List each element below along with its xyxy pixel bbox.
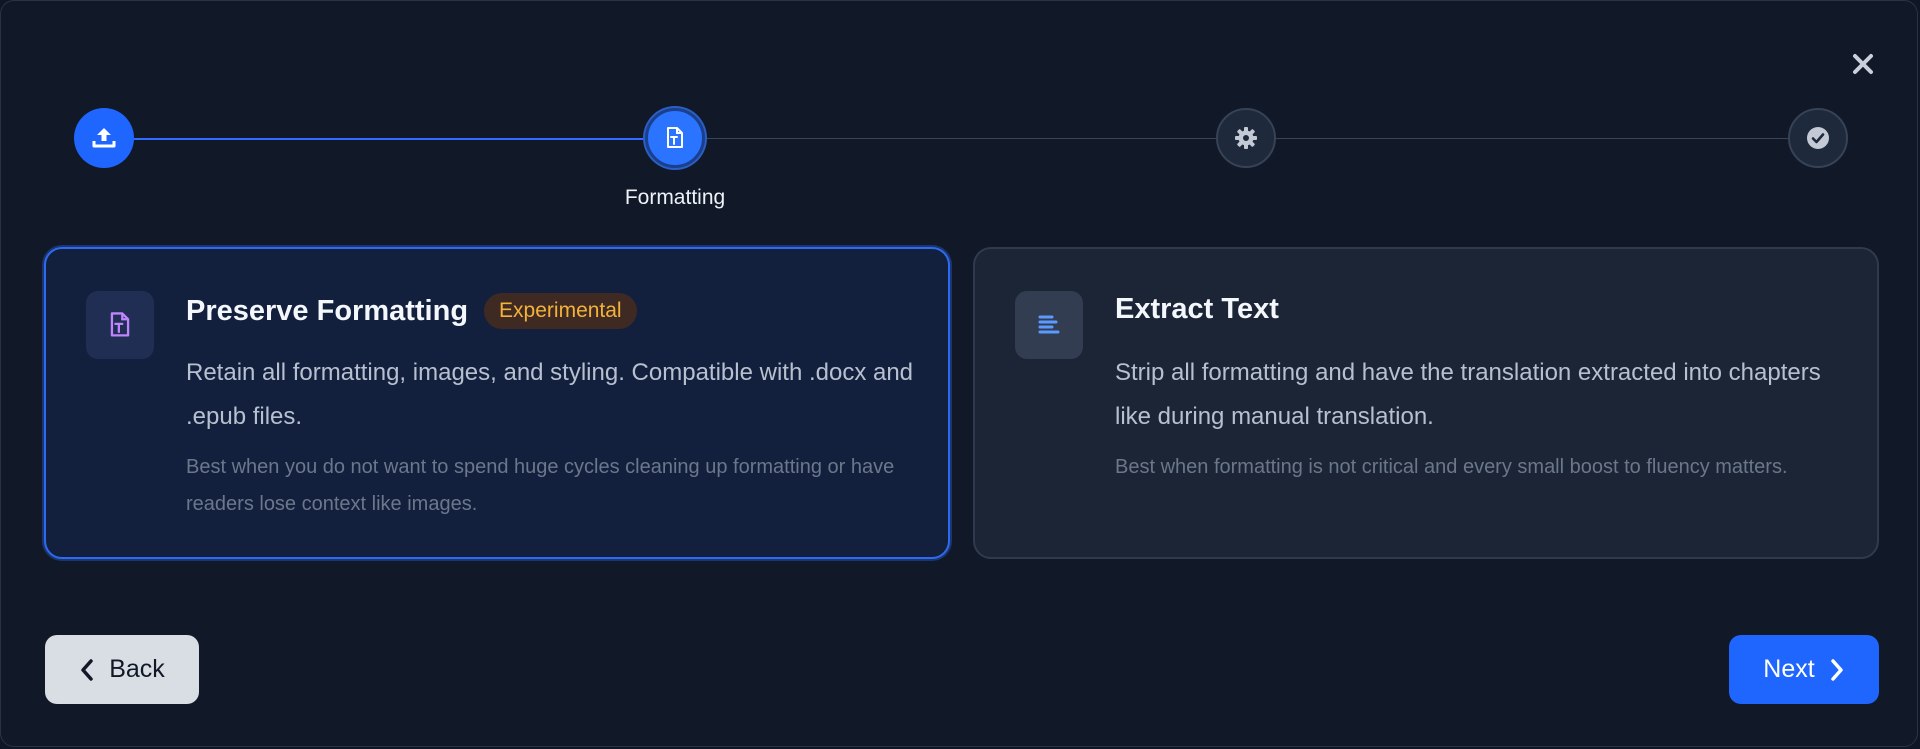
chevron-right-icon [1830, 658, 1843, 681]
step-upload[interactable] [74, 108, 134, 168]
card-note: Best when you do not want to spend huge … [186, 456, 895, 515]
card-description: Strip all formatting and have the transl… [1115, 359, 1821, 430]
card-icon-container [1015, 291, 1083, 359]
chevron-left-icon [81, 658, 93, 681]
step-settings[interactable] [1216, 108, 1276, 168]
card-title: Preserve Formatting [186, 294, 469, 327]
step-label-formatting: Formatting [624, 186, 726, 209]
upload-icon [92, 128, 116, 148]
experimental-badge: Experimental [484, 293, 637, 329]
close-icon [1853, 54, 1873, 74]
option-card-preserve-formatting[interactable]: Preserve Formatting Experimental Retain … [44, 247, 950, 559]
file-format-icon [667, 127, 683, 148]
wizard-modal: Formatting Preserve Formatting Experimen… [0, 0, 1918, 747]
align-left-icon [1038, 315, 1060, 334]
next-button[interactable]: Next [1729, 635, 1879, 704]
option-card-extract-text[interactable]: Extract Text Strip all formatting and ha… [973, 247, 1879, 559]
step-complete[interactable] [1788, 108, 1848, 168]
card-title-row: Extract Text [1115, 293, 1279, 326]
back-button[interactable]: Back [45, 635, 199, 704]
step-connector [675, 138, 1246, 139]
card-note: Best when formatting is not critical and… [1115, 456, 1788, 478]
card-description: Retain all formatting, images, and styli… [186, 359, 914, 430]
next-button-label: Next [1763, 655, 1815, 683]
step-formatting[interactable] [645, 108, 705, 168]
card-title-row: Preserve Formatting Experimental [186, 293, 637, 329]
file-format-icon [110, 312, 130, 337]
progress-stepper: Formatting [74, 108, 1848, 209]
gear-icon [1235, 127, 1257, 149]
check-circle-icon [1807, 127, 1829, 149]
step-connector [1246, 138, 1818, 139]
step-connector-completed [104, 138, 675, 140]
back-button-label: Back [109, 655, 165, 683]
close-button[interactable] [1847, 48, 1879, 80]
card-icon-container [86, 291, 154, 359]
card-title: Extract Text [1115, 293, 1279, 325]
